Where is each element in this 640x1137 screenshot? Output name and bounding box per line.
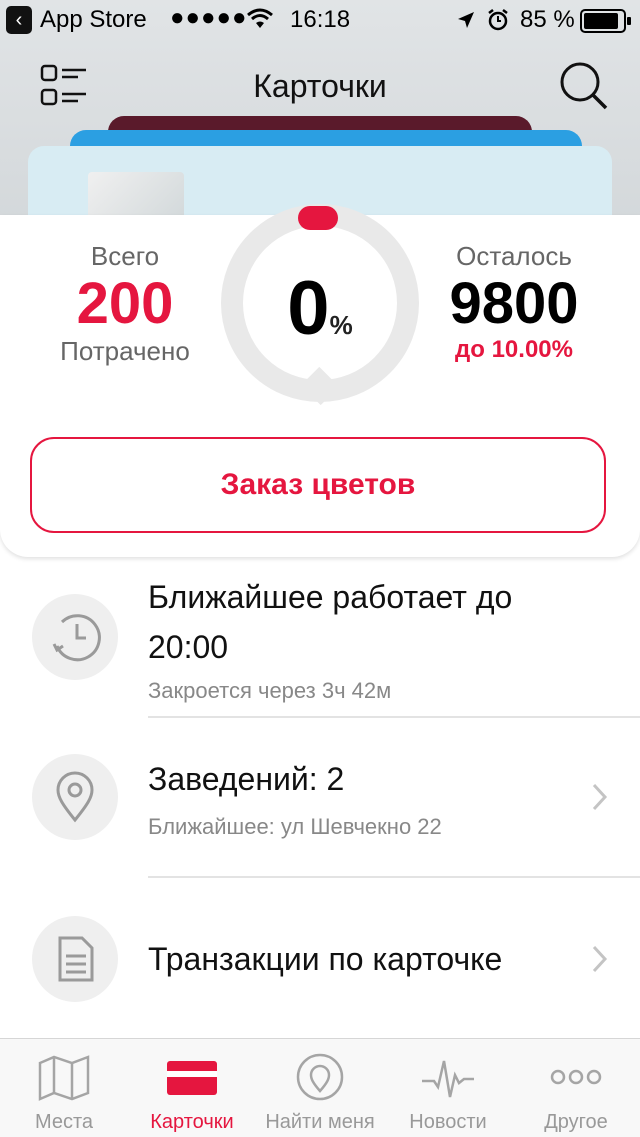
chevron-right-icon bbox=[592, 783, 608, 811]
clock: 16:18 bbox=[290, 6, 351, 33]
remaining-note: до 10.00% bbox=[455, 336, 573, 363]
tab-news[interactable]: Новости bbox=[384, 1039, 512, 1137]
progress-indicator bbox=[298, 206, 338, 230]
clock-icon-circle bbox=[32, 594, 118, 680]
map-icon bbox=[38, 1055, 90, 1101]
document-icon-circle bbox=[32, 916, 118, 1002]
tab-other[interactable]: Другое bbox=[512, 1039, 640, 1137]
total-value: 200 bbox=[76, 271, 174, 336]
battery-percent: 85 % bbox=[520, 6, 575, 33]
list-item-working-hours[interactable]: Ближайшее работает до 20:00 Закроется че… bbox=[0, 570, 640, 718]
hours-subtitle: Закроется через 3ч 42м bbox=[148, 678, 392, 703]
signal-strength: ●●●●● bbox=[170, 4, 248, 31]
wifi-icon bbox=[247, 8, 273, 28]
chevron-right-icon bbox=[592, 945, 608, 973]
tab-label: Карточки bbox=[150, 1111, 234, 1133]
hours-title-line2: 20:00 bbox=[148, 629, 229, 665]
remaining-value: 9800 bbox=[449, 271, 579, 336]
tab-label: Найти меня bbox=[265, 1111, 375, 1133]
tab-places[interactable]: Места bbox=[0, 1039, 128, 1137]
hours-title-line1: Ближайшее работает до bbox=[148, 579, 513, 615]
progress-unit: % bbox=[329, 310, 353, 340]
spent-label: Потрачено bbox=[60, 336, 190, 366]
clock-icon bbox=[52, 614, 101, 662]
tab-cards[interactable]: Карточки bbox=[128, 1039, 256, 1137]
tab-find-me[interactable]: Найти меня bbox=[256, 1039, 384, 1137]
back-to-app-store[interactable]: App Store bbox=[40, 6, 147, 34]
page-title: Карточки bbox=[253, 68, 387, 104]
tab-bar: Места Карточки Найти меня Новости Другое bbox=[0, 1038, 640, 1137]
transactions-title: Транзакции по карточке bbox=[148, 941, 503, 977]
back-arrow-icon[interactable]: ‹ bbox=[6, 6, 32, 34]
remaining-label: Осталось bbox=[456, 241, 572, 271]
search-icon[interactable] bbox=[558, 60, 610, 112]
more-icon bbox=[550, 1069, 602, 1085]
list-item-transactions[interactable]: Транзакции по карточке bbox=[0, 878, 640, 1036]
tab-label: Новости bbox=[409, 1111, 487, 1133]
total-stat: Всего 200 Потрачено bbox=[30, 241, 220, 367]
location-pin-icon bbox=[296, 1053, 344, 1101]
progress-value: 0 bbox=[287, 266, 330, 351]
pulse-icon bbox=[422, 1060, 474, 1098]
card-icon bbox=[167, 1061, 217, 1095]
location-icon-circle bbox=[32, 754, 118, 840]
navigation-bar: Карточки bbox=[0, 44, 640, 124]
total-label: Всего bbox=[90, 241, 160, 271]
tab-label: Другое bbox=[544, 1111, 608, 1133]
order-flowers-button[interactable]: Заказ цветов bbox=[30, 437, 606, 533]
progress-readout: 0% bbox=[218, 265, 422, 352]
battery-icon bbox=[580, 9, 631, 33]
map-pin-icon bbox=[56, 771, 94, 823]
remaining-stat: Осталось 9800 до 10.00% bbox=[418, 241, 610, 364]
places-subtitle: Ближайшее: ул Шевчекно 22 bbox=[148, 814, 442, 839]
status-bar: ‹ App Store ●●●●● 16:18 85 % bbox=[0, 0, 640, 40]
alarm-icon bbox=[488, 9, 508, 31]
card-summary-panel: Всего 200 Потрачено 0% Осталось 9800 до … bbox=[0, 204, 640, 557]
tab-label: Места bbox=[34, 1111, 94, 1133]
places-title: Заведений: 2 bbox=[148, 761, 345, 797]
document-icon bbox=[58, 936, 94, 982]
list-item-places[interactable]: Заведений: 2 Ближайшее: ул Шевчекно 22 bbox=[0, 718, 640, 878]
location-arrow-icon bbox=[458, 12, 474, 28]
